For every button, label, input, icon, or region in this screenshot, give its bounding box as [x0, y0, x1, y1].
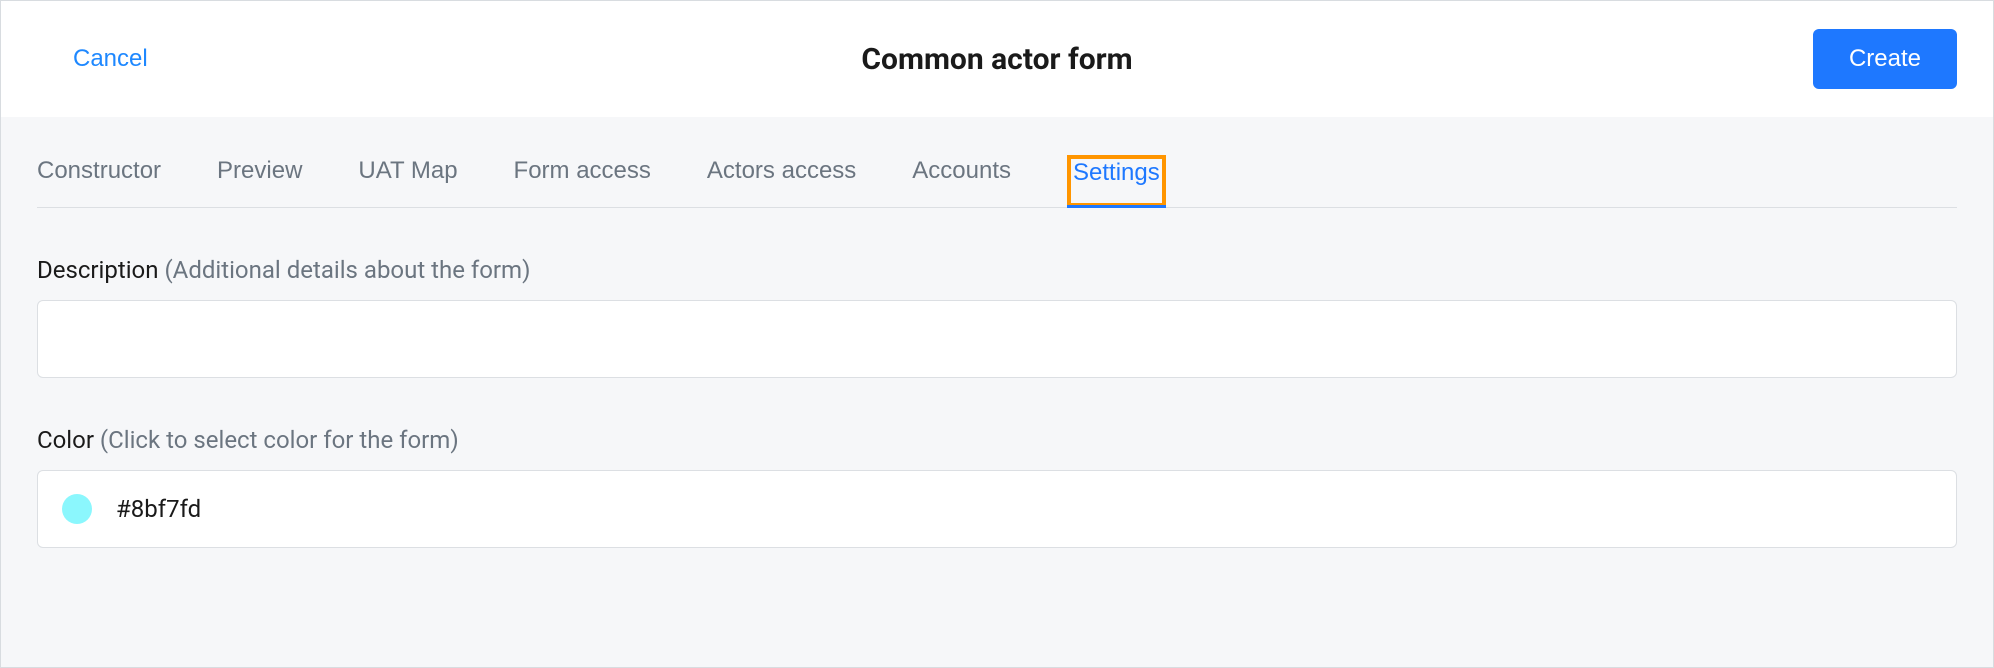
tab-settings[interactable]: Settings [1067, 155, 1166, 207]
tab-preview[interactable]: Preview [217, 155, 302, 207]
color-section: Color (Click to select color for the for… [37, 426, 1957, 548]
tabs-bar: Constructor Preview UAT Map Form access … [37, 117, 1957, 208]
create-button[interactable]: Create [1813, 29, 1957, 89]
cancel-button[interactable]: Cancel [37, 45, 184, 73]
color-label: Color (Click to select color for the for… [37, 426, 1957, 454]
tab-constructor[interactable]: Constructor [37, 155, 161, 207]
page-title: Common actor form [861, 42, 1132, 77]
color-hint: (Click to select color for the form) [100, 426, 459, 454]
tab-accounts[interactable]: Accounts [912, 155, 1011, 207]
color-value-text: #8bf7fd [116, 495, 201, 523]
color-label-text: Color [37, 426, 94, 454]
dialog-header: Cancel Common actor form Create [1, 1, 1993, 117]
tab-form-access[interactable]: Form access [514, 155, 651, 207]
form-dialog: Cancel Common actor form Create Construc… [0, 0, 1994, 668]
description-label-text: Description [37, 256, 159, 284]
color-swatch-icon [62, 494, 92, 524]
content-area: Constructor Preview UAT Map Form access … [1, 117, 1993, 667]
description-hint: (Additional details about the form) [164, 256, 530, 284]
tab-actors-access[interactable]: Actors access [707, 155, 856, 207]
description-input[interactable] [37, 300, 1957, 378]
color-picker-field[interactable]: #8bf7fd [37, 470, 1957, 548]
tab-uat-map[interactable]: UAT Map [358, 155, 457, 207]
description-section: Description (Additional details about th… [37, 256, 1957, 378]
description-label: Description (Additional details about th… [37, 256, 1957, 284]
